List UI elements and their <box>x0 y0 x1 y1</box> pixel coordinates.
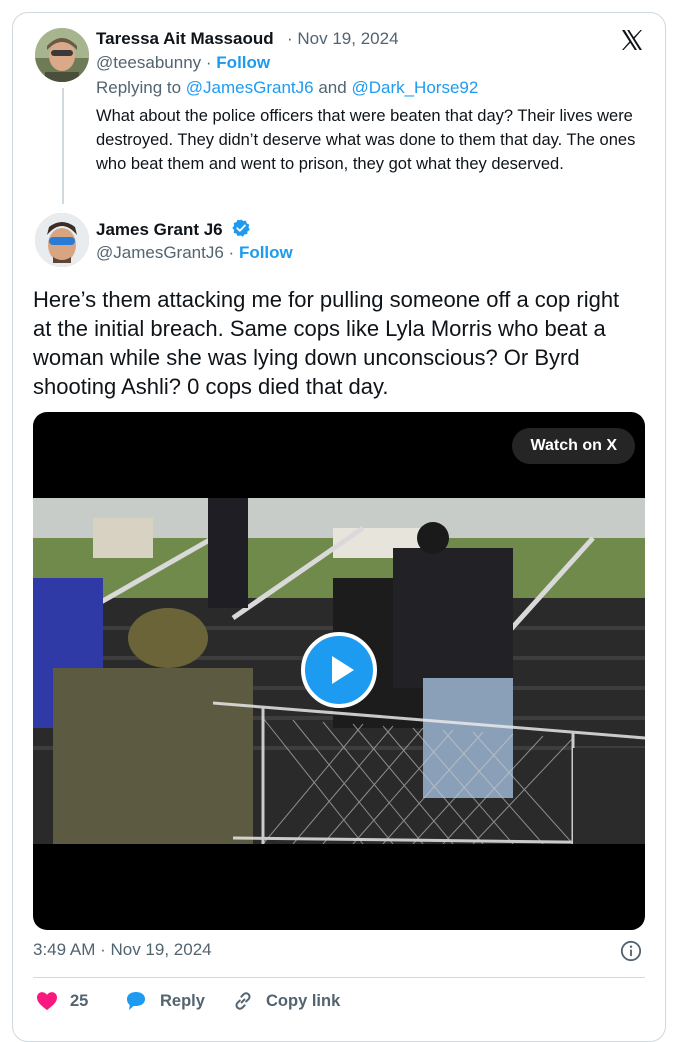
divider <box>33 977 645 978</box>
replying-and: and <box>318 78 347 97</box>
like-button[interactable]: 25 <box>36 988 88 1014</box>
follow-button[interactable]: Follow <box>216 53 270 72</box>
main-handle[interactable]: @JamesGrantJ6 <box>96 243 224 262</box>
reply-date-text: Nov 19, 2024 <box>297 29 399 48</box>
play-icon <box>332 656 354 684</box>
play-button[interactable] <box>301 632 377 708</box>
heart-icon <box>37 992 57 1011</box>
copy-link-label: Copy link <box>266 991 341 1010</box>
link-icon <box>235 992 251 1010</box>
like-count: 25 <box>70 991 89 1010</box>
main-handle-line: @JamesGrantJ6 · Follow <box>96 243 293 263</box>
main-author-name-text: James Grant J6 <box>96 220 223 239</box>
tweet-timestamp[interactable]: 3:49 AM · Nov 19, 2024 <box>33 940 212 960</box>
video-player[interactable]: Watch on X <box>33 412 645 930</box>
verified-badge-icon <box>232 219 251 237</box>
separator-dot: · <box>287 29 298 48</box>
main-author-name[interactable]: James Grant J6 <box>96 218 251 240</box>
avatar[interactable] <box>35 28 89 82</box>
replying-prefix: Replying to <box>96 78 182 97</box>
reply-author-name[interactable]: Taressa Ait Massaoud <box>96 29 274 49</box>
reply-handle[interactable]: @teesabunny <box>96 53 201 72</box>
info-icon[interactable] <box>620 940 642 962</box>
reply-button[interactable]: Reply <box>124 988 205 1014</box>
watch-on-x-button[interactable]: Watch on X <box>512 428 635 464</box>
mention-link[interactable]: @Dark_Horse92 <box>351 78 478 97</box>
avatar[interactable] <box>35 213 89 267</box>
reply-label: Reply <box>160 991 205 1010</box>
thread-line <box>62 88 64 204</box>
x-logo-icon[interactable] <box>620 28 644 52</box>
separator-dot: · <box>228 243 239 262</box>
reply-body-text: What about the police officers that were… <box>96 107 636 173</box>
copy-link-button[interactable]: Copy link <box>232 988 340 1014</box>
replying-to-line: Replying to @JamesGrantJ6 and @Dark_Hors… <box>96 78 478 98</box>
reply-date[interactable]: · Nov 19, 2024 <box>287 29 399 49</box>
mention-link[interactable]: @JamesGrantJ6 <box>186 78 314 97</box>
reply-bubble-icon <box>127 992 145 1010</box>
reply-handle-line: @teesabunny · Follow <box>96 53 270 73</box>
separator-dot: · <box>205 53 217 72</box>
tweet-text: Here’s them attacking me for pulling som… <box>33 287 620 399</box>
follow-button[interactable]: Follow <box>239 243 293 262</box>
